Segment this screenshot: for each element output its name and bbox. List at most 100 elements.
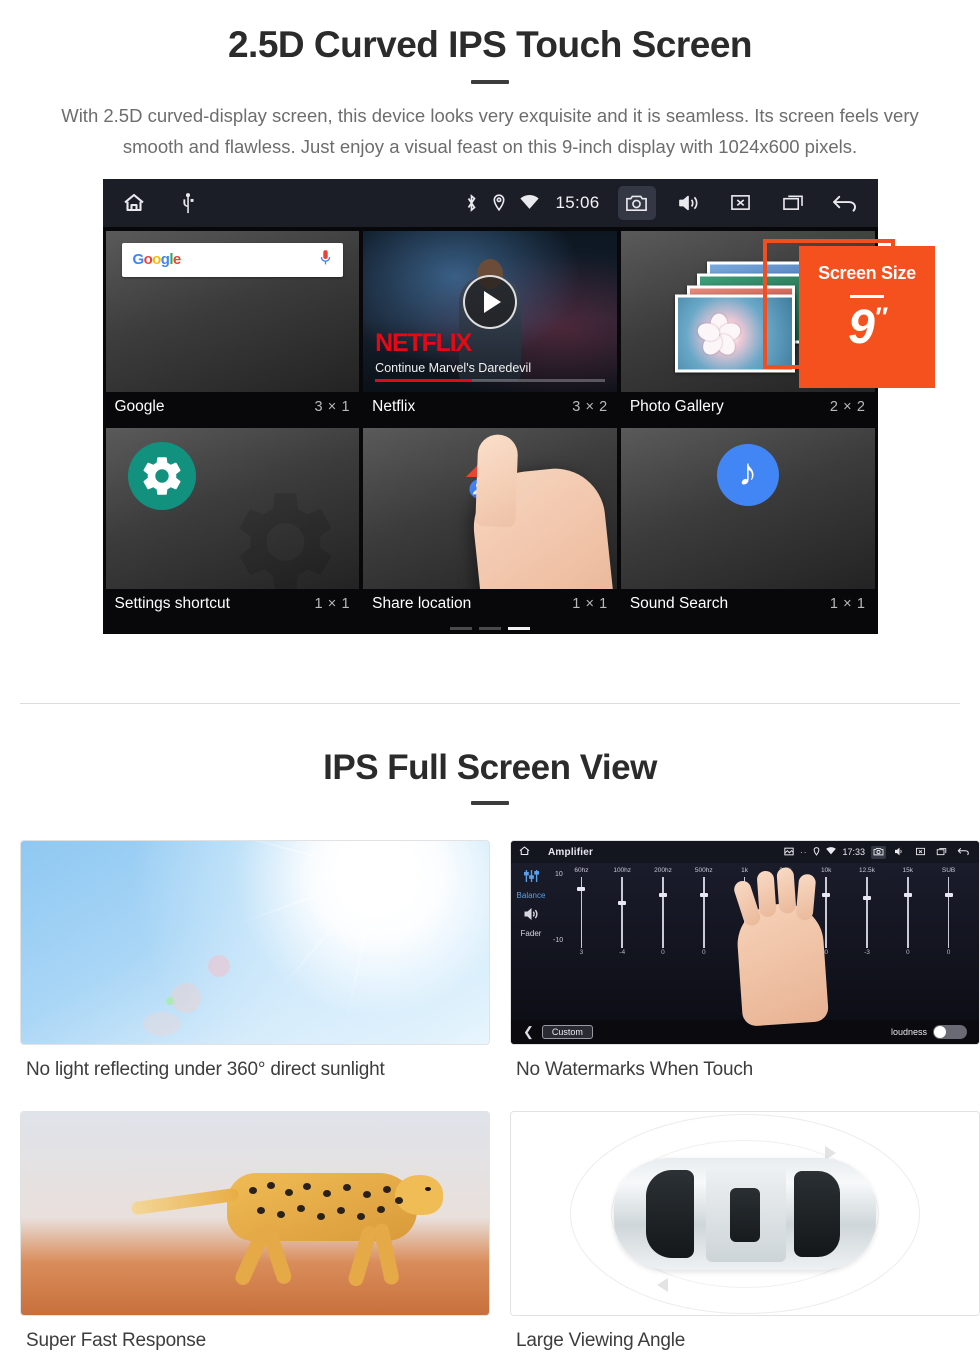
eq-value: 0 bbox=[661, 949, 665, 956]
widget-netflix[interactable]: NETFLIX Continue Marvel's Daredevil Netf… bbox=[363, 230, 617, 422]
recent-apps-icon[interactable] bbox=[934, 846, 949, 859]
play-icon[interactable] bbox=[463, 274, 517, 329]
speaker-icon[interactable] bbox=[523, 907, 540, 926]
preset-button[interactable]: Custom bbox=[541, 1025, 593, 1039]
google-search-bar[interactable]: Google bbox=[121, 242, 344, 277]
widget-size: 1 × 1 bbox=[572, 595, 608, 612]
widget-size: 3 × 2 bbox=[572, 398, 608, 415]
device-screenshot: 15:06 Google Google 3 × 1 NETFLIX Contin… bbox=[102, 178, 878, 634]
badge-title: Screen Size bbox=[818, 263, 916, 283]
section-description: With 2.5D curved-display screen, this de… bbox=[61, 104, 919, 157]
amplifier-clock: 17:33 bbox=[842, 847, 865, 857]
widget-meta: Share location 1 × 1 bbox=[363, 588, 617, 619]
eq-band-label: 60hz bbox=[574, 867, 589, 874]
camera-icon[interactable] bbox=[871, 845, 886, 859]
widget-settings-shortcut[interactable]: Settings shortcut 1 × 1 bbox=[105, 427, 360, 619]
netflix-artwork: NETFLIX Continue Marvel's Daredevil bbox=[363, 230, 617, 392]
amplifier-footer: ❮ Custom loudness bbox=[511, 1020, 979, 1044]
camera-icon[interactable] bbox=[617, 185, 656, 220]
page-dot[interactable] bbox=[450, 626, 472, 630]
volume-icon[interactable] bbox=[670, 186, 708, 220]
close-box-icon[interactable] bbox=[913, 846, 928, 859]
widget-size: 3 × 1 bbox=[314, 398, 351, 415]
widget-row-1: Google Google 3 × 1 NETFLIX Continue Mar… bbox=[105, 230, 875, 422]
loudness-control[interactable]: loudness bbox=[891, 1025, 967, 1039]
microphone-icon[interactable] bbox=[319, 249, 332, 271]
wifi-icon bbox=[520, 195, 540, 210]
share-location-widget[interactable] bbox=[363, 427, 617, 589]
car-top-view-illustration bbox=[510, 1111, 980, 1316]
widget-row-2: Settings shortcut 1 × 1 Share location 1… bbox=[105, 427, 875, 619]
eq-value: -4 bbox=[619, 949, 626, 956]
android-home-screen: 15:06 Google Google 3 × 1 NETFLIX Contin… bbox=[102, 178, 878, 634]
eq-value: 3 bbox=[579, 949, 584, 956]
page-indicator[interactable] bbox=[450, 626, 530, 630]
eq-band-label: 500hz bbox=[694, 867, 713, 874]
widget-name: Share location bbox=[372, 594, 472, 612]
netflix-widget[interactable]: NETFLIX Continue Marvel's Daredevil bbox=[363, 230, 617, 392]
widget-name: Netflix bbox=[372, 397, 416, 415]
widget-meta: Photo Gallery 2 × 2 bbox=[620, 391, 875, 422]
feature-card: Large Viewing Angle bbox=[510, 1111, 980, 1352]
amplifier-title: Amplifier bbox=[548, 846, 594, 858]
widget-meta: Google 3 × 1 bbox=[105, 391, 360, 422]
feature-caption: No Watermarks When Touch bbox=[516, 1059, 754, 1080]
badge-underline bbox=[850, 295, 884, 298]
netflix-brand: NETFLIX bbox=[375, 328, 472, 357]
fader-label[interactable]: Fader bbox=[521, 929, 542, 938]
music-note-icon[interactable]: ♪ bbox=[716, 443, 779, 506]
eq-band-label: SUB bbox=[941, 867, 956, 874]
home-icon[interactable] bbox=[518, 845, 531, 859]
section2-underline bbox=[471, 801, 509, 805]
title-underline bbox=[471, 79, 509, 84]
desert-background bbox=[21, 1112, 489, 1315]
widget-share-location[interactable]: Share location 1 × 1 bbox=[363, 427, 617, 619]
gear-icon[interactable] bbox=[127, 441, 196, 510]
eq-scale-top: 10 bbox=[555, 871, 563, 878]
widget-picker: Google Google 3 × 1 NETFLIX Continue Mar… bbox=[102, 226, 878, 634]
eq-value: -3 bbox=[864, 949, 870, 956]
back-arrow-icon[interactable] bbox=[955, 845, 972, 859]
google-logo: Google bbox=[132, 251, 182, 269]
touching-hand-illustration bbox=[468, 433, 617, 589]
widget-google[interactable]: Google Google 3 × 1 bbox=[105, 230, 360, 422]
netflix-progress bbox=[375, 378, 605, 382]
page-dot[interactable] bbox=[479, 626, 501, 630]
page-dot-active[interactable] bbox=[508, 626, 530, 630]
orbit-arrow-left bbox=[657, 1278, 668, 1292]
feature-caption: No light reflecting under 360° direct su… bbox=[26, 1059, 385, 1080]
sliders-icon[interactable] bbox=[523, 869, 540, 888]
sunlight-sky-photo bbox=[20, 840, 490, 1045]
location-pin-icon bbox=[492, 194, 506, 212]
loudness-label: loudness bbox=[890, 1027, 927, 1037]
widget-name: Photo Gallery bbox=[629, 397, 724, 415]
eq-band-label: 12.5k bbox=[859, 867, 875, 874]
recent-apps-icon[interactable] bbox=[774, 186, 812, 220]
feature-card: Amplifier ·· 17:33 Balance Fader 10 -10 … bbox=[510, 840, 980, 1081]
eq-band-label: 200hz bbox=[654, 867, 672, 874]
badge-unit: ″ bbox=[873, 302, 887, 332]
eq-band-label: 15k bbox=[902, 867, 914, 874]
sky-background bbox=[21, 841, 489, 1044]
viewing-angle-diagram bbox=[511, 1112, 979, 1315]
widget-size: 2 × 2 bbox=[829, 398, 866, 415]
loudness-toggle[interactable] bbox=[933, 1025, 967, 1039]
eq-value: 0 bbox=[701, 949, 706, 956]
widget-meta: Netflix 3 × 2 bbox=[363, 391, 617, 422]
balance-label[interactable]: Balance bbox=[517, 891, 546, 900]
chevron-left-icon[interactable]: ❮ bbox=[523, 1024, 534, 1040]
home-icon[interactable] bbox=[121, 191, 147, 215]
screen-size-badge: Screen Size 9″ bbox=[799, 246, 935, 388]
google-search-widget[interactable]: Google bbox=[105, 230, 360, 392]
amplifier-equalizer-screenshot: Amplifier ·· 17:33 Balance Fader 10 -10 … bbox=[510, 840, 980, 1045]
close-box-icon[interactable] bbox=[722, 186, 760, 220]
sound-search-widget[interactable]: ♪ bbox=[620, 427, 875, 589]
usb-icon bbox=[181, 192, 195, 214]
eq-value: 0 bbox=[946, 949, 951, 956]
widget-sound-search[interactable]: ♪ Sound Search 1 × 1 bbox=[620, 427, 875, 619]
volume-icon[interactable] bbox=[892, 846, 907, 859]
back-arrow-icon[interactable] bbox=[826, 186, 864, 220]
settings-widget[interactable] bbox=[105, 427, 360, 589]
section2-title: IPS Full Screen View bbox=[323, 748, 657, 787]
widget-size: 1 × 1 bbox=[829, 595, 866, 612]
